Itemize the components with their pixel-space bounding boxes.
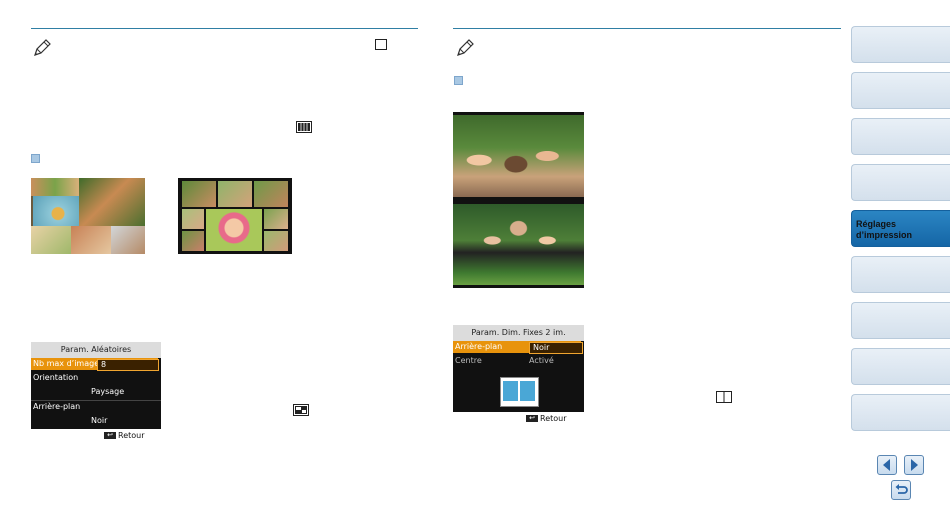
setting-row-center[interactable]: Centre bbox=[455, 355, 482, 367]
return-button[interactable] bbox=[891, 480, 911, 500]
sidebar-tab-2[interactable] bbox=[851, 72, 950, 109]
fixed-size-settings-screen: Param. Dim. Fixes 2 im. Arrière-plan Noi… bbox=[453, 325, 584, 425]
sidebar-tab-print-settings[interactable]: Réglages d’impression bbox=[851, 210, 950, 247]
pencil-note-icon bbox=[457, 39, 474, 56]
setting-value: Noir bbox=[91, 416, 108, 425]
pencil-note-icon bbox=[34, 39, 51, 56]
setting-label: Centre bbox=[455, 356, 482, 365]
sidebar-tab-1[interactable] bbox=[851, 26, 950, 63]
setting-label: Nb max d’images bbox=[33, 359, 104, 368]
setting-value: Paysage bbox=[91, 387, 125, 396]
grid-collage-photo bbox=[178, 178, 292, 254]
previous-page-button[interactable] bbox=[877, 455, 897, 475]
arrow-right-icon bbox=[911, 459, 918, 471]
random-collage-photo bbox=[31, 178, 145, 254]
page-ref-square-icon bbox=[375, 39, 387, 50]
footer-label: Retour bbox=[540, 414, 567, 423]
return-key-icon: ↩ bbox=[526, 415, 538, 422]
two-frame-icon bbox=[716, 391, 732, 403]
sidebar-tab-4[interactable] bbox=[851, 164, 950, 201]
sidebar-tab-7[interactable] bbox=[851, 302, 950, 339]
two-frame-preview bbox=[500, 377, 539, 407]
right-top-rule bbox=[453, 28, 841, 29]
setting-row-orientation[interactable]: Orientation bbox=[33, 372, 78, 384]
return-icon bbox=[895, 484, 908, 494]
tab-label: Réglages d’impression bbox=[856, 219, 912, 241]
setting-value-selected: Noir bbox=[529, 342, 583, 354]
next-page-button[interactable] bbox=[904, 455, 924, 475]
setting-label: Arrière-plan bbox=[455, 342, 503, 351]
tab-label-line1: Réglages bbox=[856, 219, 897, 229]
sidebar-tab-8[interactable] bbox=[851, 348, 950, 385]
setting-row-background[interactable]: Arrière-plan bbox=[33, 401, 80, 413]
collage-icon bbox=[293, 404, 309, 416]
sidebar-tab-3[interactable] bbox=[851, 118, 950, 155]
arrow-left-icon bbox=[883, 459, 890, 471]
section-bullet-left bbox=[31, 154, 40, 163]
photo-kids-with-dog bbox=[453, 115, 584, 197]
setting-label: Orientation bbox=[33, 373, 79, 382]
left-top-rule bbox=[31, 28, 418, 29]
screen-footer[interactable]: ↩ Retour bbox=[453, 412, 584, 425]
photo-family-outdoor bbox=[453, 204, 584, 285]
setting-label: Arrière-plan bbox=[33, 402, 81, 411]
grid-layout-icon bbox=[296, 121, 312, 133]
sidebar-tab-6[interactable] bbox=[851, 256, 950, 293]
sidebar-tab-9[interactable] bbox=[851, 394, 950, 431]
screen-title: Param. Aléatoires bbox=[31, 342, 161, 358]
setting-value: Activé bbox=[529, 356, 554, 365]
section-bullet-right bbox=[454, 76, 463, 85]
random-settings-screen: Param. Aléatoires Nb max d’images 8 Orie… bbox=[31, 342, 161, 442]
setting-value-selected: 8 bbox=[97, 359, 159, 371]
screen-footer[interactable]: ↩ Retour bbox=[31, 429, 161, 442]
fixed-two-photo-layout bbox=[453, 112, 584, 288]
tab-label-line2: d’impression bbox=[856, 230, 913, 240]
screen-title: Param. Dim. Fixes 2 im. bbox=[453, 325, 584, 341]
return-key-icon: ↩ bbox=[104, 432, 116, 439]
footer-label: Retour bbox=[118, 431, 145, 440]
